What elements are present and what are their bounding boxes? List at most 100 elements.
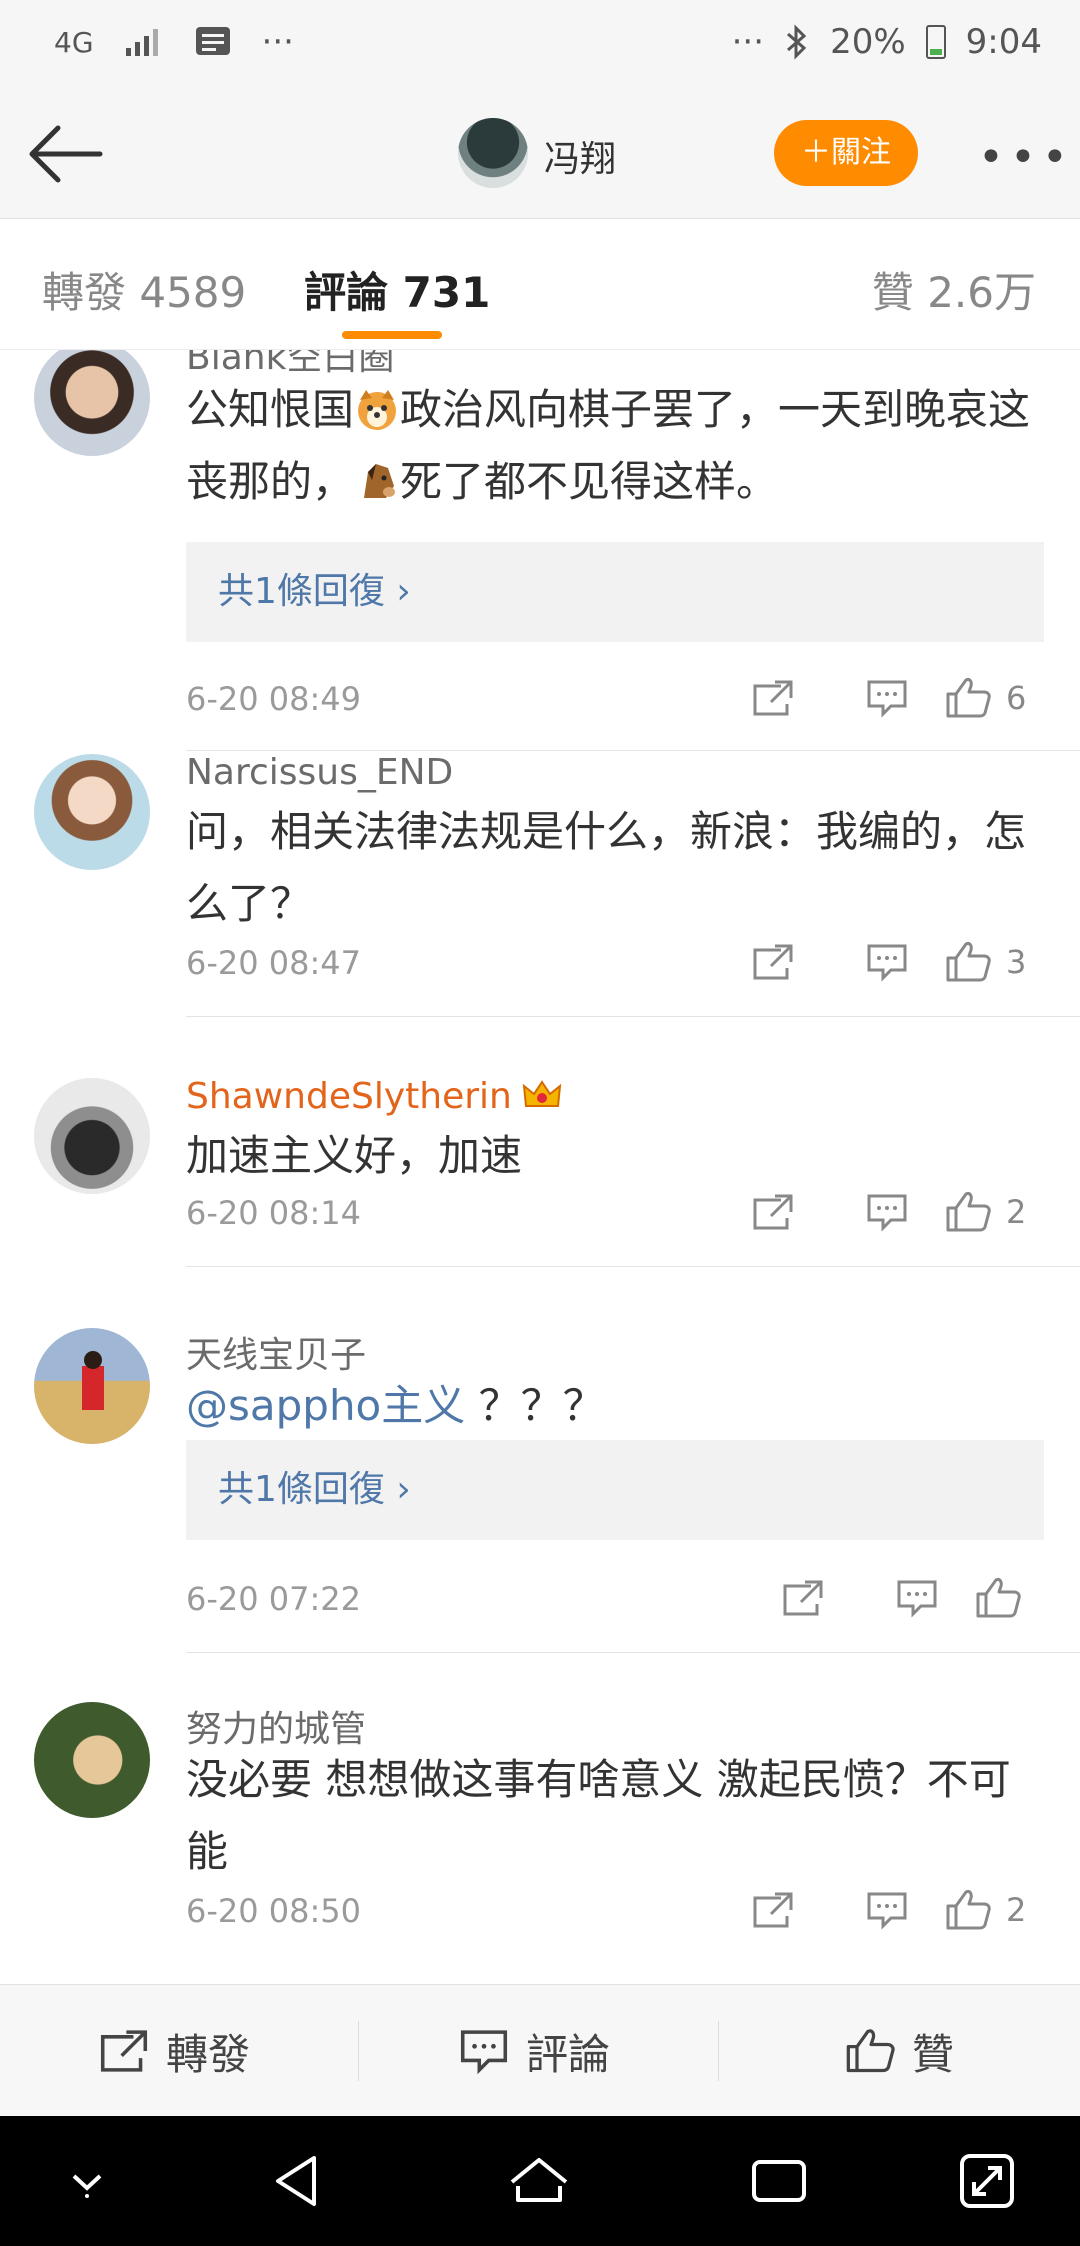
comment-time: 6-20 08:49 [186,680,362,718]
share-icon [783,1580,823,1616]
comment-divider [186,750,1080,751]
comment-actions: 2 [716,1188,1044,1236]
repost-comment-button[interactable] [716,1886,830,1934]
comment-text-part: 死了都不见得这样。 [400,457,779,506]
share-icon [753,680,793,716]
comment-actions: 3 [716,938,1044,986]
network-type: 4G [54,25,94,59]
comment-divider [186,1266,1080,1267]
like-comment-button[interactable]: 2 [944,1886,1044,1934]
comment-time: 6-20 08:14 [186,1194,362,1232]
repost-comment-button[interactable] [716,938,830,986]
repost-button[interactable]: 轉發 [98,1985,250,2117]
back-arrow-icon[interactable] [26,118,106,190]
comment-label: 評論 [526,2029,611,2079]
horse-face-emoji-icon [364,464,396,498]
battery-icon [925,25,946,59]
replies-link[interactable]: 共1條回復 › [186,1440,1044,1540]
comment-actions: 2 [716,1886,1044,1934]
message-notification-icon [195,27,230,55]
hide-keyboard-icon[interactable] [52,2146,122,2216]
commenter-avatar[interactable] [34,754,150,870]
like-comment-button[interactable] [974,1574,1044,1622]
like-count: 2 [1006,1193,1027,1231]
tab-likes[interactable]: 贊 2.6万 [872,259,1036,320]
share-icon [100,2030,148,2072]
comment-button[interactable]: 評論 [458,1985,610,2117]
commenter-name[interactable]: ShawndeSlytherin [186,1076,562,1117]
thumbs-up-icon [946,678,991,718]
commenter-avatar[interactable] [34,1702,150,1818]
comment-icon [897,1580,937,1618]
like-label: 贊 [912,2029,955,2079]
active-tab-indicator [342,331,442,339]
dog-face-emoji-icon [358,390,397,430]
like-count: 6 [1006,679,1027,717]
repost-label: 轉發 [166,2029,251,2079]
commenter-name-text: ShawndeSlytherin [186,1076,512,1117]
bottom-separator [718,2021,719,2081]
comment-icon [867,1892,907,1930]
system-navigation-bar [0,2116,1080,2246]
thumbs-up-icon [946,1192,991,1232]
like-comment-button[interactable]: 3 [944,938,1044,986]
signal-icon [125,29,158,56]
reply-comment-button[interactable] [830,938,944,986]
recent-apps-icon[interactable] [744,2146,814,2216]
commenter-avatar[interactable] [34,1078,150,1194]
thumbs-up-icon [976,1578,1021,1618]
tab-reposts[interactable]: 轉發 4589 [42,259,246,320]
share-icon [753,944,793,980]
comment-icon [867,944,907,982]
reply-comment-button[interactable] [830,1886,944,1934]
like-comment-button[interactable]: 6 [944,674,1044,722]
bottom-separator [358,2021,359,2081]
avatar-figure [82,1351,104,1410]
system-back-icon[interactable] [264,2146,334,2216]
clock: 9:04 [965,22,1042,62]
bluetooth-icon [787,24,807,60]
comment-icon [867,680,907,718]
comment-text: 问，相关法律法规是什么，新浪：我编的，怎么了？ [186,807,1027,928]
comment-actions [746,1574,1044,1622]
like-count: 3 [1006,943,1027,981]
comment-list[interactable]: Blank空白圈 公知恨国 政治风向棋子罢了，一天到晚哀这丧那的， 死了都不见得这样… [0,350,1080,1984]
comment-text-part: 公知恨国 [186,385,355,434]
replies-link[interactable]: 共1條回復 › [186,542,1044,642]
commenter-name[interactable]: Narcissus_END [186,752,453,793]
tab-bar: 轉發 4589 評論 731 贊 2.6万 [0,219,1080,350]
commenter-avatar[interactable] [34,1328,150,1444]
thumbs-up-icon [846,2029,895,2073]
comment-actions: 6 [716,674,1044,722]
comment-text: 没必要 想想做这事有啥意义 激起民愤？不可能 [186,1755,1011,1876]
repost-comment-button[interactable] [716,1188,830,1236]
screen-rotate-icon[interactable] [952,2146,1022,2216]
commenter-avatar[interactable] [34,350,150,456]
reply-comment-button[interactable] [860,1574,974,1622]
comment-time: 6-20 08:50 [186,1892,362,1930]
comment-text-part: ？？？ [465,1381,605,1430]
comment-divider [186,1016,1080,1017]
follow-button[interactable]: ＋關注 [774,120,918,186]
comment-icon [460,2030,508,2075]
system-home-icon[interactable] [504,2146,574,2216]
like-count: 2 [1006,1891,1027,1929]
reply-comment-button[interactable] [830,674,944,722]
tab-comments[interactable]: 評論 731 [304,259,490,320]
comment-time: 6-20 07:22 [186,1580,362,1618]
bottom-action-bar: 轉發 評論 贊 [0,1984,1080,2117]
repost-comment-button[interactable] [716,674,830,722]
author-name[interactable]: 冯翔 [544,130,616,182]
thumbs-up-icon [946,942,991,982]
top-nav: 冯翔 ＋關注 ••• [0,92,1080,219]
author-avatar[interactable] [458,118,528,188]
comment-text: 加速主义好，加速 [186,1131,523,1180]
reply-comment-button[interactable] [830,1188,944,1236]
user-mention-link[interactable]: @sappho主义 [186,1381,465,1430]
like-button[interactable]: 贊 [844,1985,954,2117]
comment-icon [867,1194,907,1232]
repost-comment-button[interactable] [746,1574,860,1622]
like-comment-button[interactable]: 2 [944,1188,1044,1236]
more-options-icon[interactable]: ••• [978,132,1074,183]
thumbs-up-icon [946,1890,991,1930]
